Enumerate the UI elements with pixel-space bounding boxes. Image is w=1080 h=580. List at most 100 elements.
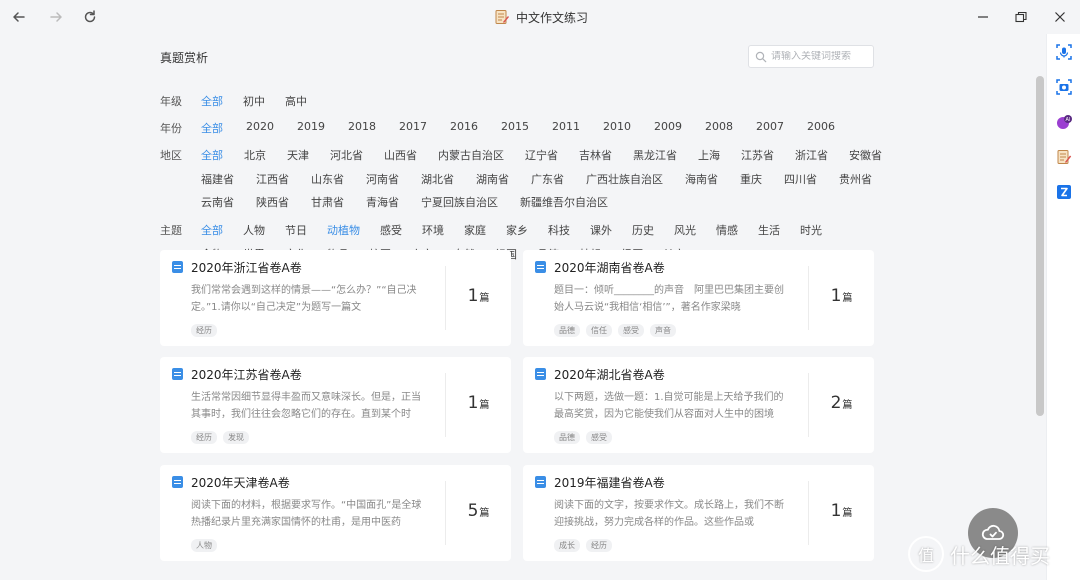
search-input[interactable] [771,51,871,62]
tag-chip[interactable]: 人物 [191,539,217,552]
filter-option[interactable]: 情感 [716,222,738,238]
back-button[interactable] [8,6,30,28]
restore-button[interactable] [1010,6,1032,28]
filter-option[interactable]: 新疆维吾尔自治区 [520,194,608,210]
refresh-button[interactable] [79,6,101,28]
card-title[interactable]: 2020年浙江省卷A卷 [191,259,302,276]
search-box[interactable] [748,45,874,68]
filter-option[interactable]: 2007 [756,120,784,136]
filter-option[interactable]: 科技 [548,222,570,238]
filter-option[interactable]: 河南省 [366,171,399,187]
filter-option[interactable]: 云南省 [201,194,234,210]
tag-chip[interactable]: 经历 [586,539,612,552]
filter-option[interactable]: 风光 [674,222,696,238]
card-title[interactable]: 2020年天津卷A卷 [191,474,290,491]
tag-chip[interactable]: 发现 [223,431,249,444]
filter-option[interactable]: 高中 [285,93,307,109]
filter-option[interactable]: 时光 [800,222,822,238]
filter-option[interactable]: 山东省 [311,171,344,187]
card-title[interactable]: 2020年湖南省卷A卷 [554,259,665,276]
filter-option[interactable]: 家乡 [506,222,528,238]
filter-option[interactable]: 家庭 [464,222,486,238]
filter-option[interactable]: 湖南省 [476,171,509,187]
filter-option[interactable]: 全部 [201,93,223,109]
filter-option[interactable]: 广西壮族自治区 [586,171,663,187]
exam-card[interactable]: 2020年湖南省卷A卷 题目一：倾听________的声音 阿里巴巴集团主要创始人… [523,250,874,346]
translate-button[interactable] [1055,183,1073,201]
filter-option[interactable]: 陕西省 [256,194,289,210]
filter-option[interactable]: 福建省 [201,171,234,187]
filter-option[interactable]: 2019 [297,120,325,136]
filter-option[interactable]: 山西省 [384,147,417,163]
tag-chip[interactable]: 品德 [554,324,580,337]
filter-option[interactable]: 感受 [380,222,402,238]
filter-option[interactable]: 课外 [590,222,612,238]
tag-chip[interactable]: 经历 [191,431,217,444]
card-title[interactable]: 2020年湖北省卷A卷 [554,366,665,383]
filter-option[interactable]: 海南省 [685,171,718,187]
exam-card[interactable]: 2020年江苏省卷A卷 生活常常因细节显得丰盈而又意味深长。但是，正当其事时，我们… [160,357,511,453]
filter-option[interactable]: 天津 [287,147,309,163]
filter-option[interactable]: 内蒙古自治区 [438,147,504,163]
filter-option[interactable]: 环境 [422,222,444,238]
filter-option[interactable]: 2010 [603,120,631,136]
filter-option[interactable]: 2017 [399,120,427,136]
filter-option[interactable]: 重庆 [740,171,762,187]
card-title[interactable]: 2019年福建省卷A卷 [554,474,665,491]
filter-option[interactable]: 全部 [201,222,223,238]
filter-option[interactable]: 人物 [243,222,265,238]
forward-button[interactable] [45,6,67,28]
filter-option[interactable]: 全部 [201,147,223,163]
filter-option[interactable]: 历史 [632,222,654,238]
tag-chip[interactable]: 感受 [586,431,612,444]
filter-option[interactable]: 全部 [201,120,223,136]
card-title[interactable]: 2020年江苏省卷A卷 [191,366,302,383]
filter-option[interactable]: 甘肃省 [311,194,344,210]
exam-card[interactable]: 2020年天津卷A卷 阅读下面的材料，根据要求写作。“中国面孔”是全球热播纪录片里… [160,465,511,561]
filter-option[interactable]: 辽宁省 [525,147,558,163]
exam-card[interactable]: 2020年湖北省卷A卷 以下两题，选做一题：1.自觉可能是上天给予我们的最高奖赏，… [523,357,874,453]
filter-option[interactable]: 2015 [501,120,529,136]
exam-card[interactable]: 2019年福建省卷A卷 阅读下面的文字，按要求作文。成长路上，我们不断迎接挑战，努… [523,465,874,561]
filter-option[interactable]: 贵州省 [839,171,872,187]
filter-option[interactable]: 宁夏回族自治区 [421,194,498,210]
filter-option[interactable]: 2018 [348,120,376,136]
tag-chip[interactable]: 感受 [618,324,644,337]
filter-option[interactable]: 江苏省 [741,147,774,163]
filter-option[interactable]: 吉林省 [579,147,612,163]
tag-chip[interactable]: 信任 [586,324,612,337]
voice-input-button[interactable] [1055,43,1073,61]
filter-option[interactable]: 河北省 [330,147,363,163]
filter-option[interactable]: 生活 [758,222,780,238]
filter-option[interactable]: 2020 [246,120,274,136]
minimize-button[interactable] [972,6,994,28]
filter-option[interactable]: 2011 [552,120,580,136]
close-button[interactable] [1049,6,1071,28]
filter-option[interactable]: 广东省 [531,171,564,187]
filter-option[interactable]: 江西省 [256,171,289,187]
tag-chip[interactable]: 成长 [554,539,580,552]
filter-option[interactable]: 上海 [698,147,720,163]
tag-chip[interactable]: 品德 [554,431,580,444]
filter-option[interactable]: 安徽省 [849,147,882,163]
filter-option[interactable]: 2016 [450,120,478,136]
screenshot-button[interactable] [1055,78,1073,96]
filter-option[interactable]: 青海省 [366,194,399,210]
filter-option[interactable]: 2008 [705,120,733,136]
scrollbar-thumb[interactable] [1036,76,1044,416]
filter-option[interactable]: 2009 [654,120,682,136]
filter-option[interactable]: 黑龙江省 [633,147,677,163]
tag-chip[interactable]: 声音 [650,324,676,337]
filter-option[interactable]: 节日 [285,222,307,238]
filter-option[interactable]: 湖北省 [421,171,454,187]
assistant-button[interactable]: AI [1055,113,1073,131]
exam-card[interactable]: 2020年浙江省卷A卷 我们常常会遇到这样的情景——“怎么办？”“自己决定。”1.… [160,250,511,346]
tag-chip[interactable]: 经历 [191,324,217,337]
essay-practice-button[interactable] [1055,148,1073,166]
filter-option[interactable]: 浙江省 [795,147,828,163]
filter-option[interactable]: 2006 [807,120,835,136]
filter-option[interactable]: 动植物 [327,222,360,238]
filter-option[interactable]: 初中 [243,93,265,109]
filter-option[interactable]: 四川省 [784,171,817,187]
filter-option[interactable]: 北京 [244,147,266,163]
